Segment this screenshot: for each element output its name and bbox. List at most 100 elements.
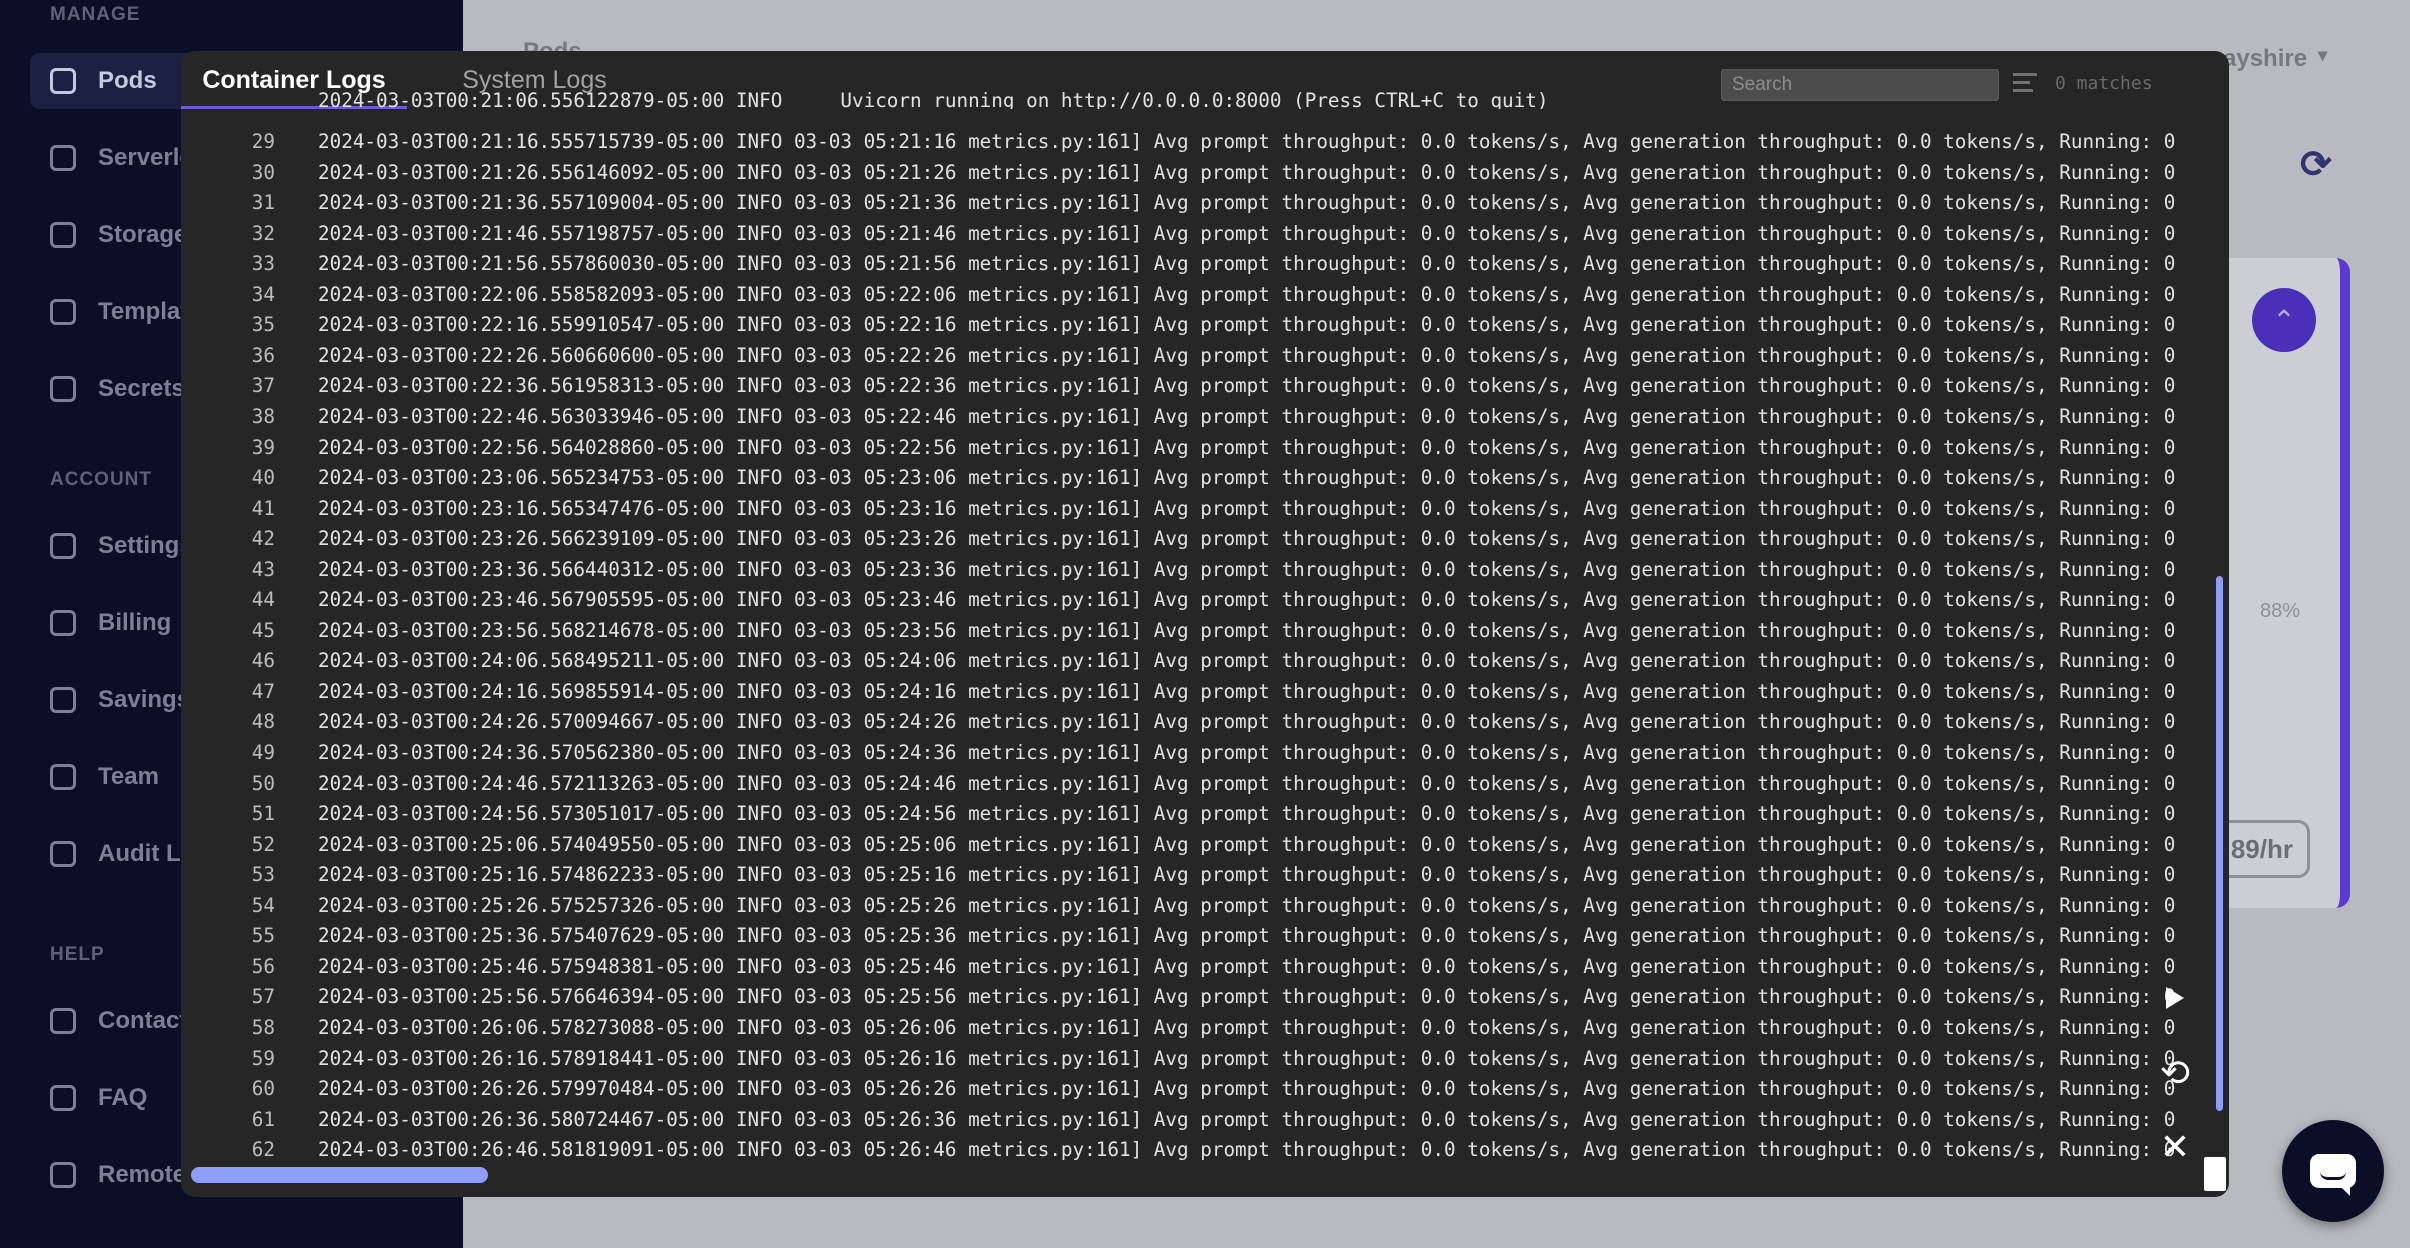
line-number: 37 [251,374,275,398]
chevron-up-icon[interactable]: ⌃ [2252,288,2316,352]
play-icon[interactable] [2155,978,2195,1018]
log-text: 2024-03-03T00:21:36.557109004-05:00 INFO… [318,191,2188,215]
log-text: 2024-03-03T00:24:46.572113263-05:00 INFO… [318,771,2188,795]
line-number: 60 [251,1077,275,1101]
log-line: 52 2024-03-03T00:25:06.574049550-05:00 IN… [181,833,2205,863]
chevron-down-icon[interactable]: ▾ [2318,45,2327,66]
log-line: 48 2024-03-03T00:24:26.570094667-05:00 IN… [181,710,2205,740]
log-text: 2024-03-03T00:26:16.578918441-05:00 INFO… [318,1046,2188,1070]
log-line: 56 2024-03-03T00:25:46.575948381-05:00 IN… [181,955,2205,985]
log-line: 37 2024-03-03T00:22:36.561958313-05:00 IN… [181,374,2205,404]
line-number: 45 [251,618,275,642]
log-line: 36 2024-03-03T00:22:26.560660600-05:00 IN… [181,344,2205,374]
refresh-icon[interactable]: ⟲ [2155,1052,2195,1093]
log-text: 2024-03-03T00:22:46.563033946-05:00 INFO… [318,404,2188,428]
log-text: 2024-03-03T00:23:46.567905595-05:00 INFO… [318,588,2188,612]
line-number: 52 [251,832,275,856]
sidebar-item-label: Contact [98,1007,188,1034]
line-number: 30 [251,160,275,184]
log-text: 2024-03-03T00:24:06.568495211-05:00 INFO… [318,649,2188,673]
sidebar-item-label: Savings [98,686,191,713]
log-text: 2024-03-03T00:22:26.560660600-05:00 INFO… [318,343,2188,367]
log-line: 31 2024-03-03T00:21:36.557109004-05:00 IN… [181,191,2205,221]
log-text: 2024-03-03T00:24:56.573051017-05:00 INFO… [318,802,2188,826]
log-line: 55 2024-03-03T00:25:36.575407629-05:00 IN… [181,924,2205,954]
log-line: 46 2024-03-03T00:24:06.568495211-05:00 IN… [181,649,2205,679]
log-top-fade [181,109,2205,131]
line-number: 62 [251,1138,275,1162]
log-line: 40 2024-03-03T00:23:06.565234753-05:00 IN… [181,466,2205,496]
log-line: 29 2024-03-03T00:21:16.555715739-05:00 IN… [181,130,2205,160]
log-line: 53 2024-03-03T00:25:16.574862233-05:00 IN… [181,863,2205,893]
user-menu[interactable]: ayshire [2223,45,2307,73]
line-number: 42 [251,527,275,551]
log-text: 2024-03-03T00:21:16.555715739-05:00 INFO… [318,130,2188,153]
nav-icon [50,610,76,636]
log-line: 35 2024-03-03T00:22:16.559910547-05:00 IN… [181,313,2205,343]
log-line: 59 2024-03-03T00:26:16.578918441-05:00 IN… [181,1047,2205,1077]
log-text: 2024-03-03T00:25:16.574862233-05:00 INFO… [318,863,2188,887]
log-viewer[interactable]: 2024-03-03T00:21:06.556122879-05:00 INFO… [181,89,2205,1197]
log-line: 43 2024-03-03T00:23:36.566440312-05:00 IN… [181,558,2205,588]
nav-icon [50,68,76,94]
log-text: 2024-03-03T00:26:26.579970484-05:00 INFO… [318,1077,2188,1101]
log-text: 2024-03-03T00:25:56.576646394-05:00 INFO… [318,985,2188,1009]
nav-icon [50,145,76,171]
log-line: 51 2024-03-03T00:24:56.573051017-05:00 IN… [181,802,2205,832]
nav-icon [50,764,76,790]
line-number: 46 [251,649,275,673]
line-number: 39 [251,435,275,459]
log-text: 2024-03-03T00:21:26.556146092-05:00 INFO… [318,160,2188,184]
sidebar-item-label: Settings [98,532,193,559]
log-text: 2024-03-03T00:24:16.569855914-05:00 INFO… [318,679,2188,703]
line-number: 43 [251,557,275,581]
log-line: 34 2024-03-03T00:22:06.558582093-05:00 IN… [181,283,2205,313]
sidebar-section-title: MANAGE [50,4,141,25]
nav-icon [50,687,76,713]
log-line: 39 2024-03-03T00:22:56.564028860-05:00 IN… [181,436,2205,466]
horizontal-scrollbar[interactable] [191,1167,488,1183]
line-number: 40 [251,466,275,490]
line-number: 47 [251,679,275,703]
log-line: 60 2024-03-03T00:26:26.579970484-05:00 IN… [181,1077,2205,1107]
log-text: 2024-03-03T00:22:16.559910547-05:00 INFO… [318,313,2188,337]
log-line: 33 2024-03-03T00:21:56.557860030-05:00 IN… [181,252,2205,282]
line-number: 55 [251,924,275,948]
log-line: 57 2024-03-03T00:25:56.576646394-05:00 IN… [181,985,2205,1015]
line-number: 57 [251,985,275,1009]
sidebar-item-label: Serverle [98,144,193,171]
sidebar-item-label: Team [98,763,159,790]
log-text: 2024-03-03T00:23:16.565347476-05:00 INFO… [318,496,2188,520]
vertical-scrollbar[interactable] [2216,576,2223,1111]
log-text: 2024-03-03T00:24:36.570562380-05:00 INFO… [318,741,2188,764]
chat-button[interactable] [2282,1120,2384,1222]
log-line: 62 2024-03-03T00:26:46.581819091-05:00 IN… [181,1138,2205,1168]
log-line: 50 2024-03-03T00:24:46.572113263-05:00 IN… [181,772,2205,802]
nav-icon [50,1085,76,1111]
line-number: 38 [251,404,275,428]
logs-modal: Container Logs System Logs 0 matches 202… [181,51,2229,1197]
line-number: 31 [251,191,275,215]
refresh-icon[interactable]: ⟳ [2300,142,2332,187]
line-number: 51 [251,802,275,826]
sidebar-item-label: Remote [98,1161,187,1188]
gpu-utilization: 88% [2260,600,2301,622]
log-text: 2024-03-03T00:25:36.575407629-05:00 INFO… [318,924,2188,948]
sidebar-section-title: HELP [50,944,105,965]
line-number: 36 [251,343,275,367]
close-icon[interactable]: ✕ [2155,1126,2195,1167]
log-line: 47 2024-03-03T00:24:16.569855914-05:00 IN… [181,680,2205,710]
line-number: 58 [251,1015,275,1039]
line-number: 48 [251,710,275,734]
nav-icon [50,222,76,248]
log-text: 2024-03-03T00:25:06.574049550-05:00 INFO… [318,832,2188,856]
sidebar-section-title: ACCOUNT [50,469,152,490]
line-number: 33 [251,252,275,276]
log-line: 30 2024-03-03T00:21:26.556146092-05:00 IN… [181,161,2205,191]
nav-icon [50,1008,76,1034]
log-text: 2024-03-03T00:26:46.581819091-05:00 INFO… [318,1138,2188,1162]
line-number: 29 [251,130,275,153]
sidebar-item-label: Billing [98,609,172,636]
log-text: 2024-03-03T00:22:56.564028860-05:00 INFO… [318,435,2188,459]
line-number: 53 [251,863,275,887]
